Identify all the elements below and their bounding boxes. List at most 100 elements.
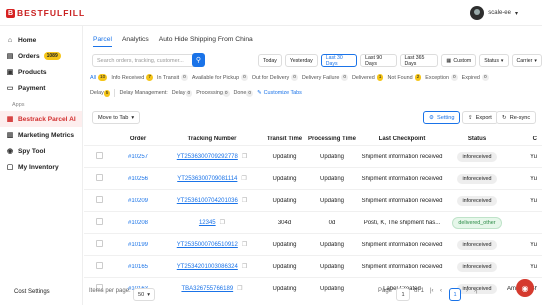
row-checkbox[interactable] [95,174,103,181]
col-order[interactable]: Order [114,136,162,142]
col-processing[interactable]: Processing Time [307,136,357,142]
order-link[interactable]: #10199 [114,242,162,248]
first-page-icon[interactable]: |‹ [430,288,434,294]
table-row[interactable]: #10199 YT2535000706510912 ❐ Updating Updatin… [84,233,542,255]
sidebar-item-marketing[interactable]: ▥ Marketing Metrics [0,127,82,143]
export-button[interactable]: ⇪ Export [462,111,498,124]
row-select-cell [84,218,114,227]
filter-label: Delivery Failure [301,74,340,81]
resync-button[interactable]: ↻ Re-sync [496,111,537,124]
copy-icon[interactable]: ❐ [241,176,246,182]
tab-auto-hide[interactable]: Auto Hide Shipping From China [159,36,253,47]
col-checkpoint[interactable]: Last Checkpoint [357,136,447,142]
custom-date-button[interactable]: ▦ Custom [441,54,477,67]
date-yesterday[interactable]: Yesterday [284,54,318,67]
row-checkbox[interactable] [95,196,103,203]
filter-processing[interactable]: Processing 0 [196,90,230,97]
order-link[interactable]: #10256 [114,176,162,182]
status-badge: inforeceived [457,173,497,184]
date-last-90[interactable]: Last 90 Days [360,54,397,67]
copy-icon[interactable]: ❐ [242,264,247,270]
avatar[interactable] [470,6,485,20]
row-select-cell [84,174,114,183]
sidebar-item-payment[interactable]: ▭ Payment [0,80,82,96]
move-to-tab-button[interactable]: Move to Tab ▾ [92,111,141,124]
sidebar-item-home[interactable]: ⌂ Home [0,32,82,48]
filter-info-received[interactable]: Info Received 7 [111,74,153,81]
tracking-link[interactable]: YT2535000706510912 [177,242,238,248]
sidebar-item-inventory[interactable]: ▢ My Inventory [0,159,82,175]
filter-all[interactable]: All 10 [90,74,108,81]
tracking-link[interactable]: YT2536300709081114 [177,176,237,182]
sidebar-item-spy[interactable]: ◉ Spy Tool [0,143,82,159]
filter-in-transit[interactable]: In Transit 0 [157,74,188,81]
filter-delivery-failure[interactable]: Delivery Failure 0 [302,74,348,81]
last-checkpoint: Shipment information received [361,153,443,160]
tracking-cell: YT2534201003086324 ❐ [162,263,262,270]
filter-out-for-delivery[interactable]: Out for Delivery 0 [252,74,298,81]
table-row[interactable]: #10209 YT2536100704201036 ❐ Updating Updatin… [84,189,542,211]
row-checkbox[interactable] [95,240,103,247]
filter-not-found[interactable]: Not Found 2 [387,74,422,81]
chat-button[interactable]: ◉ [516,279,534,297]
search-input[interactable]: Search orders, tracking, customer... [92,54,202,67]
copy-icon[interactable]: ❐ [242,154,247,160]
tracking-link[interactable]: 12345 [199,220,216,226]
copy-icon[interactable]: ❐ [220,220,225,226]
table-row[interactable]: #10208 12345 ❐ 304d 0d Posti, K, The shipment… [84,211,542,233]
status-filter-bar: All 10 Info Received 7 In Transit 0 Availab… [90,74,489,81]
date-last-30[interactable]: Last 30 Days [320,54,358,67]
customize-tabs-link[interactable]: ✎ Customize Tabs [257,90,302,96]
copy-icon[interactable]: ❐ [242,242,247,248]
col-carrier[interactable]: C [507,136,537,142]
filter-exception[interactable]: Exception 0 [425,74,458,81]
status-select[interactable]: Status ▾ [479,54,509,67]
date-last-365[interactable]: Last 365 Days [399,54,439,67]
filter-expired[interactable]: Expired 0 [462,74,489,81]
sidebar: ⌂ Home ▤ Orders 1089 ▣ Products ▭ Payment App… [0,26,83,305]
col-tracking[interactable]: Tracking Number [162,136,262,142]
next-page-icon[interactable]: › [466,288,468,294]
date-today[interactable]: Today [258,54,282,67]
order-link[interactable]: #10257 [114,154,162,160]
table-row[interactable]: #10257 YT2536300709292778 ❐ Updating Updatin… [84,145,542,167]
filter-delivered[interactable]: Delivered 1 [352,74,384,81]
cost-settings-link[interactable]: Cost Settings [14,289,50,295]
carrier-select[interactable]: Carrier ▾ [511,54,542,67]
filter-pickup[interactable]: Available for Pickup 0 [192,74,248,81]
copy-icon[interactable]: ❐ [242,198,247,204]
apps-heading: Apps [12,102,25,108]
order-link[interactable]: #10208 [114,220,162,226]
col-status[interactable]: Status [447,136,507,142]
sidebar-item-bestrack[interactable]: ▦ Bestrack Parcel AI [0,111,82,127]
row-checkbox[interactable] [95,218,103,225]
col-transit[interactable]: Transit Time [262,136,307,142]
filter-delay-mgmt[interactable]: Delay 0 [172,90,193,97]
order-link[interactable]: #10165 [114,264,162,270]
tracking-link[interactable]: YT2536100704201036 [177,198,238,204]
tab-analytics[interactable]: Analytics [122,36,149,47]
order-link[interactable]: #10209 [114,198,162,204]
last-checkpoint: Shipment information received [361,241,443,248]
page-input[interactable]: 1 [396,288,410,301]
tracking-link[interactable]: YT2536300709292778 [177,154,238,160]
table-row[interactable]: #10165 YT2534201003086324 ❐ Updating Updatin… [84,255,542,277]
filter-done[interactable]: Done 0 [234,90,254,97]
search-button[interactable]: ⚲ [192,53,205,67]
table-row[interactable]: #10256 YT2536300709081114 ❐ Updating Updatin… [84,167,542,189]
row-checkbox[interactable] [95,262,103,269]
current-page-button[interactable]: 1 [449,288,461,301]
row-checkbox[interactable] [95,152,103,159]
last-page-icon[interactable]: ›| [474,288,478,294]
sidebar-item-orders[interactable]: ▤ Orders 1089 [0,48,82,64]
tracking-link[interactable]: YT2534201003086324 [177,264,238,270]
spy-icon: ◉ [6,148,14,155]
setting-button[interactable]: ⚙ Setting [423,111,461,124]
transit-time: Updating [272,175,297,182]
sidebar-item-products[interactable]: ▣ Products [0,64,82,80]
per-page-select[interactable]: 50 ▾ [133,288,155,301]
tab-parcel[interactable]: Parcel [93,36,112,47]
filter-delay[interactable]: Delay 5 [90,90,111,97]
prev-page-icon[interactable]: ‹ [440,288,442,294]
user-menu[interactable]: scale-ee ▾ [470,6,518,20]
